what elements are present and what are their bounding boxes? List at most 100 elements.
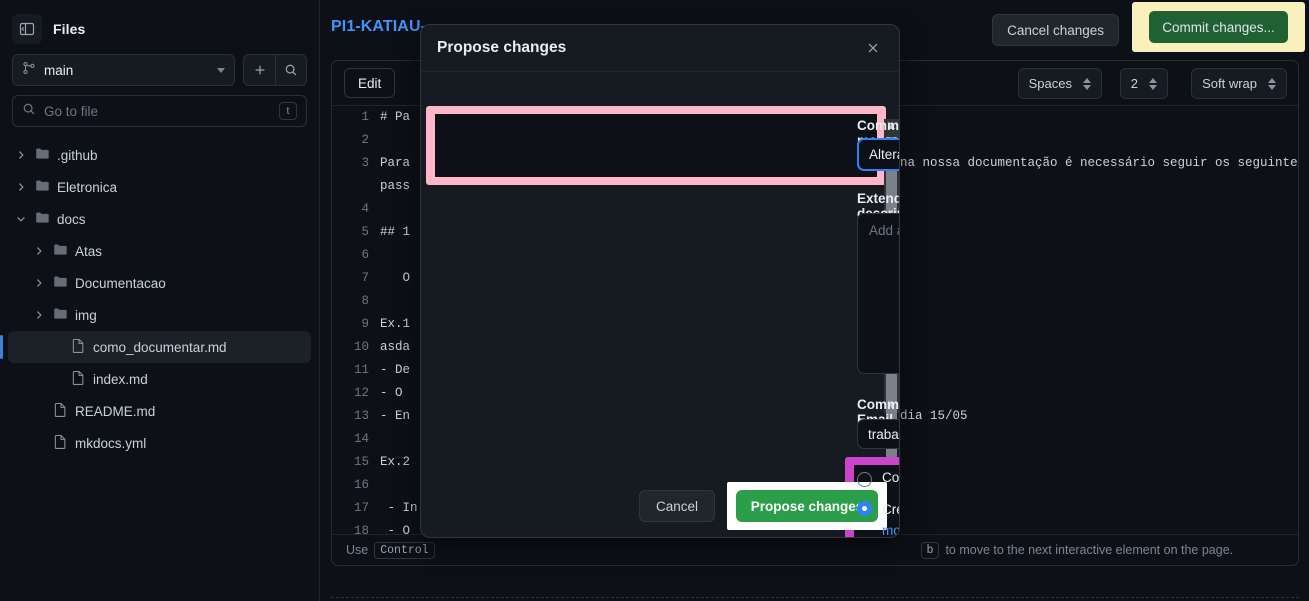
line-number: 18 xyxy=(353,524,369,534)
commit-email-select[interactable]: trabalhos.pedromiguel@gmail.com xyxy=(857,419,899,449)
search-shortcut-key: t xyxy=(279,102,297,120)
dialog-footer: Cancel Propose changes xyxy=(421,475,899,537)
file-tree: .github Eletronica docs Atas Documentacao img… xyxy=(0,139,319,459)
tree-file-mkdocs.yml[interactable]: mkdocs.yml xyxy=(8,427,311,459)
commit-message-input[interactable]: Alteração lalaalalala xyxy=(857,138,899,171)
code-text: - De xyxy=(380,363,411,377)
radio-button[interactable] xyxy=(857,472,872,487)
cancel-changes-button[interactable]: Cancel changes xyxy=(992,14,1119,46)
cancel-button[interactable]: Cancel xyxy=(638,490,715,522)
chevron-right-icon[interactable] xyxy=(14,150,28,160)
commit-email-value: trabalhos.pedromiguel@gmail.com xyxy=(868,426,899,442)
branch-icon xyxy=(22,61,36,80)
wrap-mode-select[interactable]: Soft wrap xyxy=(1191,68,1287,99)
tree-item-label: docs xyxy=(57,211,86,227)
tree-folder-docs[interactable]: docs xyxy=(8,203,311,235)
line-number: 14 xyxy=(353,432,369,446)
chevron-right-icon[interactable] xyxy=(32,278,46,288)
dialog-header: Propose changes xyxy=(421,25,899,72)
folder-icon xyxy=(35,178,50,196)
sidebar-header: Files xyxy=(0,0,319,54)
branch-selector[interactable]: main xyxy=(12,54,235,86)
chevron-updown-icon xyxy=(1268,77,1276,90)
chevron-right-icon[interactable] xyxy=(32,246,46,256)
tree-file-index.md[interactable]: index.md xyxy=(8,363,311,395)
search-icon xyxy=(22,102,36,121)
option1-text-before: Commit directly to the xyxy=(882,470,900,485)
breadcrumb[interactable]: PI1-KATIAU- xyxy=(331,18,426,36)
chevron-right-icon[interactable] xyxy=(32,310,46,320)
tree-file-como_documentar.md[interactable]: como_documentar.md xyxy=(0,331,311,363)
branch-name: main xyxy=(44,62,74,78)
close-icon[interactable] xyxy=(859,34,887,62)
propose-changes-dialog: Propose changes Commit message Alteração… xyxy=(420,24,900,538)
wrap-mode-label: Soft wrap xyxy=(1202,76,1257,91)
line-number: 10 xyxy=(353,340,369,354)
tree-item-label: README.md xyxy=(75,403,156,419)
dialog-body xyxy=(421,72,899,475)
search-placeholder: Go to file xyxy=(44,103,99,119)
sidebar-panel-icon[interactable] xyxy=(12,14,42,44)
indent-size-select[interactable]: 2 xyxy=(1119,68,1168,99)
tree-folder-img[interactable]: img xyxy=(8,299,311,331)
folder-icon xyxy=(53,242,68,260)
search-icon[interactable] xyxy=(275,55,306,85)
tree-folder-Eletronica[interactable]: Eletronica xyxy=(8,171,311,203)
chevron-right-icon[interactable] xyxy=(14,182,28,192)
folder-icon xyxy=(35,146,50,164)
code-text: pass xyxy=(380,179,411,193)
code-text: - In xyxy=(380,501,418,515)
line-number: 16 xyxy=(353,478,369,492)
files-sidebar: Files main Go to file t .github Eletroni… xyxy=(0,0,320,601)
folder-icon xyxy=(53,306,68,324)
tab-edit[interactable]: Edit xyxy=(344,68,396,98)
file-icon xyxy=(71,370,86,388)
plus-icon[interactable] xyxy=(244,55,275,85)
tree-item-label: Eletronica xyxy=(57,179,118,195)
chevron-down-icon xyxy=(217,67,225,73)
app-root: Files main Go to file t .github Eletroni… xyxy=(0,0,1309,601)
code-text: O xyxy=(380,271,411,285)
sidebar-action-buttons xyxy=(243,54,307,86)
chevron-updown-icon xyxy=(1083,77,1091,90)
line-number: 8 xyxy=(361,294,369,308)
line-number: 13 xyxy=(353,409,369,423)
tree-file-README.md[interactable]: README.md xyxy=(8,395,311,427)
status-key-control: Control xyxy=(374,541,435,559)
extended-description-input[interactable]: Add an optional extended description.. xyxy=(857,213,899,374)
tree-folder-Atas[interactable]: Atas xyxy=(8,235,311,267)
tree-folder-.github[interactable]: .github xyxy=(8,139,311,171)
extended-description-placeholder: Add an optional extended description.. xyxy=(869,223,899,238)
folder-icon xyxy=(35,210,50,228)
code-text: ## 1 xyxy=(380,225,411,239)
code-text: - En xyxy=(380,409,411,423)
commit-changes-button[interactable]: Commit changes... xyxy=(1149,11,1288,43)
line-number: 5 xyxy=(361,225,369,239)
code-text: asda xyxy=(380,340,411,354)
tree-item-label: Atas xyxy=(75,243,103,259)
file-icon xyxy=(53,402,68,420)
status-suffix: to move to the next interactive element … xyxy=(945,543,1234,557)
code-text: - O xyxy=(380,524,411,534)
indent-mode-label: Spaces xyxy=(1028,76,1072,91)
option2-text-before: Create a xyxy=(882,502,899,517)
line-number: 3 xyxy=(361,156,369,170)
code-text: Ex.1 xyxy=(380,317,411,331)
line-number: 6 xyxy=(361,248,369,262)
line-number: 11 xyxy=(353,363,369,377)
chevron-down-icon[interactable] xyxy=(14,214,28,224)
radio-create-new-branch[interactable]: Create a new branch for this commit and … xyxy=(857,499,899,537)
code-text: - O xyxy=(380,386,403,400)
radio-button[interactable] xyxy=(857,501,872,516)
editor-status-bar: Use Control b to move to the next intera… xyxy=(332,534,1298,565)
indent-mode-select[interactable]: Spaces xyxy=(1017,68,1102,99)
radio-commit-directly[interactable]: Commit directly to the main branch xyxy=(857,470,900,487)
line-number: 12 xyxy=(353,386,369,400)
file-icon xyxy=(53,434,68,452)
search-input[interactable]: Go to file t xyxy=(12,95,307,127)
line-number: 9 xyxy=(361,317,369,331)
page-bottom-divider xyxy=(331,597,1299,598)
tree-folder-Documentacao[interactable]: Documentacao xyxy=(8,267,311,299)
line-number: 2 xyxy=(361,133,369,147)
dialog-title: Propose changes xyxy=(437,39,567,56)
